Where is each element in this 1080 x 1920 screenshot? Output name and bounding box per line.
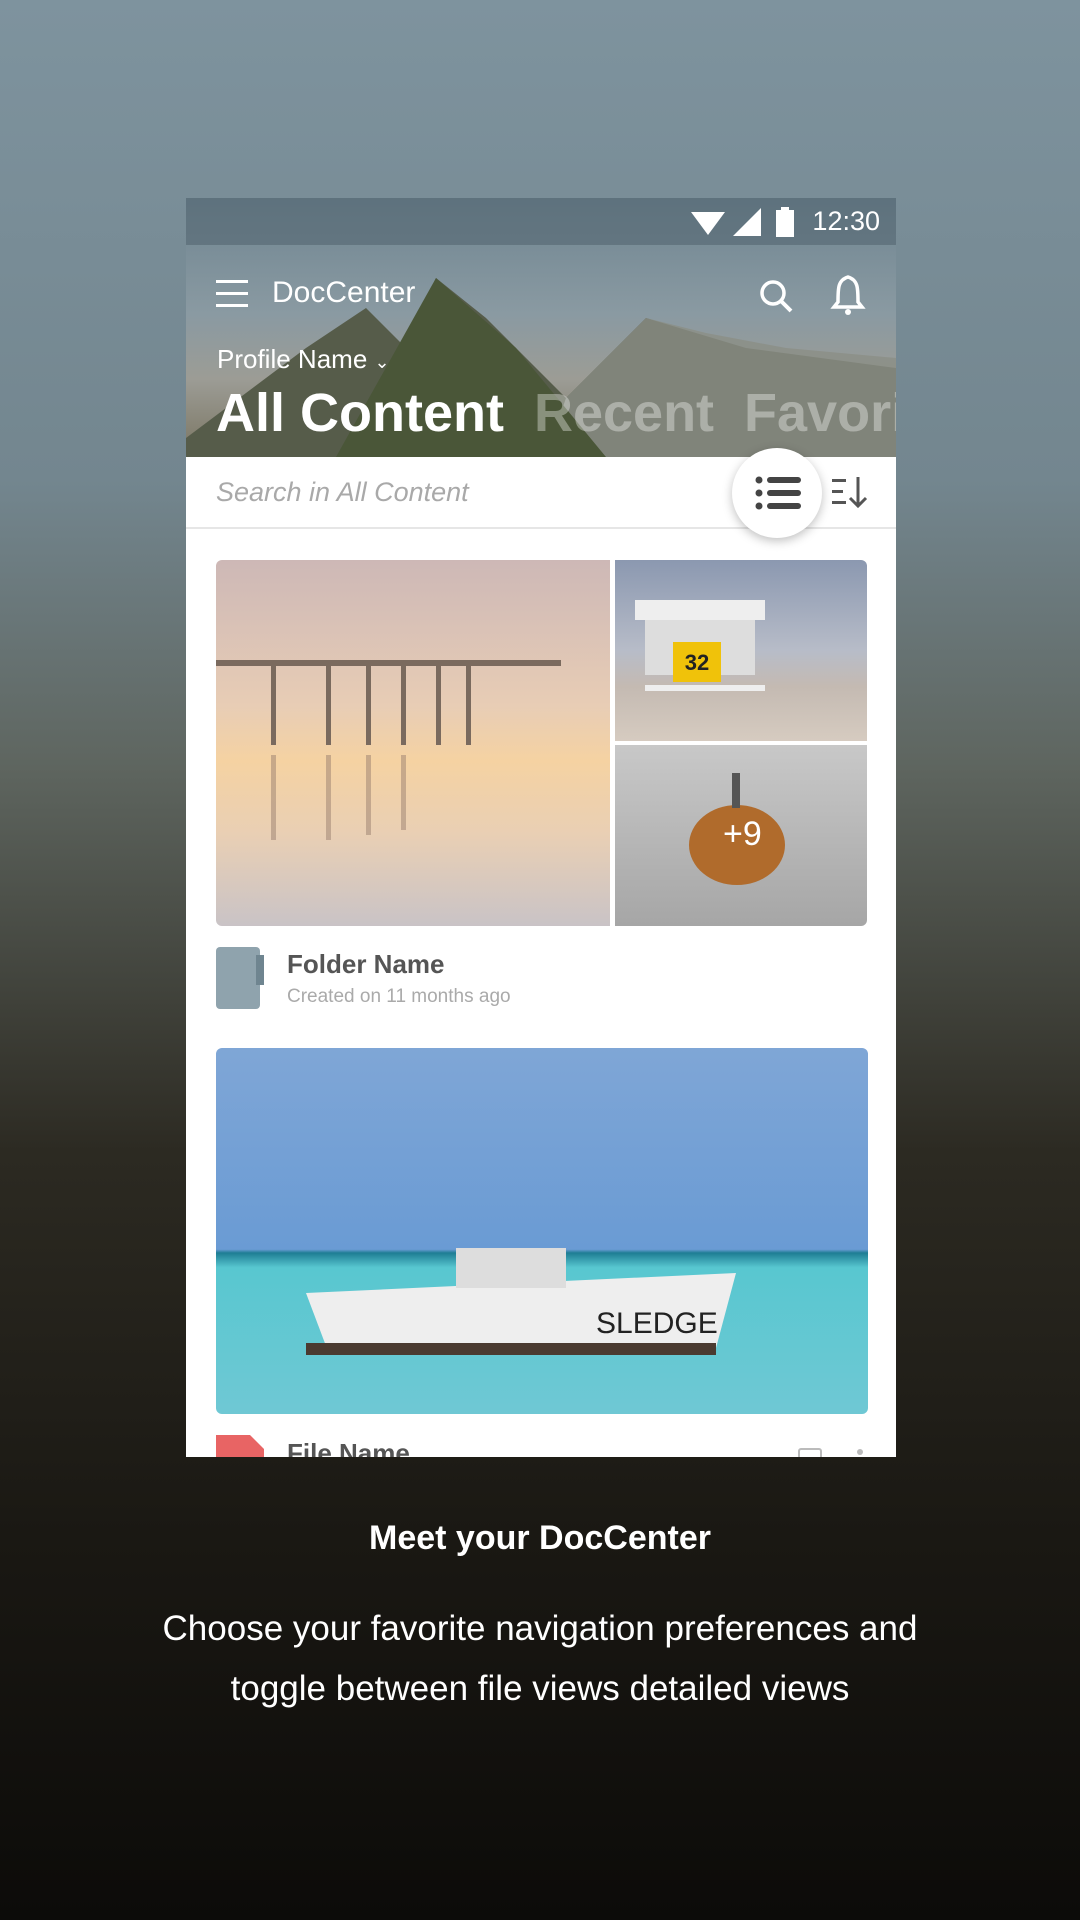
folder-thumbnail-lifeguard[interactable]: 32 [615,560,867,741]
list-view-icon [755,476,801,510]
checkbox-icon[interactable] [798,1448,822,1457]
content-tabs: All Content Recent Favorites [216,382,896,444]
notification-bell-icon[interactable] [830,274,866,316]
onboarding-body-line2: toggle between file views detailed views [230,1669,850,1708]
tab-all-content[interactable]: All Content [216,383,504,443]
folder-thumbnail-pumpkin[interactable]: +9 [615,745,867,926]
folder-name[interactable]: Folder Name [287,949,445,980]
file-name[interactable]: File Name [287,1438,410,1457]
search-input[interactable]: Search in All Content [216,477,469,508]
search-icon[interactable] [758,278,794,314]
file-icon [216,1435,264,1457]
tab-favorites[interactable]: Favorites [744,383,896,443]
file-thumbnail-boat[interactable]: SLEDGE [216,1048,868,1414]
wifi-icon [691,212,725,235]
signal-icon [733,208,761,236]
folder-icon [216,947,264,1009]
onboarding-body-line1: Choose your favorite navigation preferen… [162,1609,918,1648]
profile-name: Profile Name [217,344,368,374]
svg-text:32: 32 [685,650,709,675]
folder-thumbnail-pier[interactable] [216,560,610,926]
app-header: 12:30 DocCenter Profile Name ⌄ All Conte… [186,198,896,457]
menu-icon[interactable] [216,280,248,308]
status-bar: 12:30 [186,198,896,245]
app-title: DocCenter [272,276,416,309]
sort-icon[interactable] [832,477,868,509]
more-options-icon[interactable] [856,1448,864,1457]
chevron-down-icon: ⌄ [374,352,390,372]
clock: 12:30 [812,206,880,236]
onboarding-heading: Meet your DocCenter [369,1519,711,1557]
battery-icon [776,207,794,237]
phone-preview: 12:30 DocCenter Profile Name ⌄ All Conte… [186,198,896,1457]
profile-selector[interactable]: Profile Name ⌄ [217,344,390,375]
view-toggle-button[interactable] [732,448,822,538]
svg-text:SLEDGE: SLEDGE [596,1307,718,1340]
tab-recent[interactable]: Recent [534,383,714,443]
more-items-count: +9 [723,815,762,853]
folder-meta: Created on 11 months ago [287,986,511,1007]
